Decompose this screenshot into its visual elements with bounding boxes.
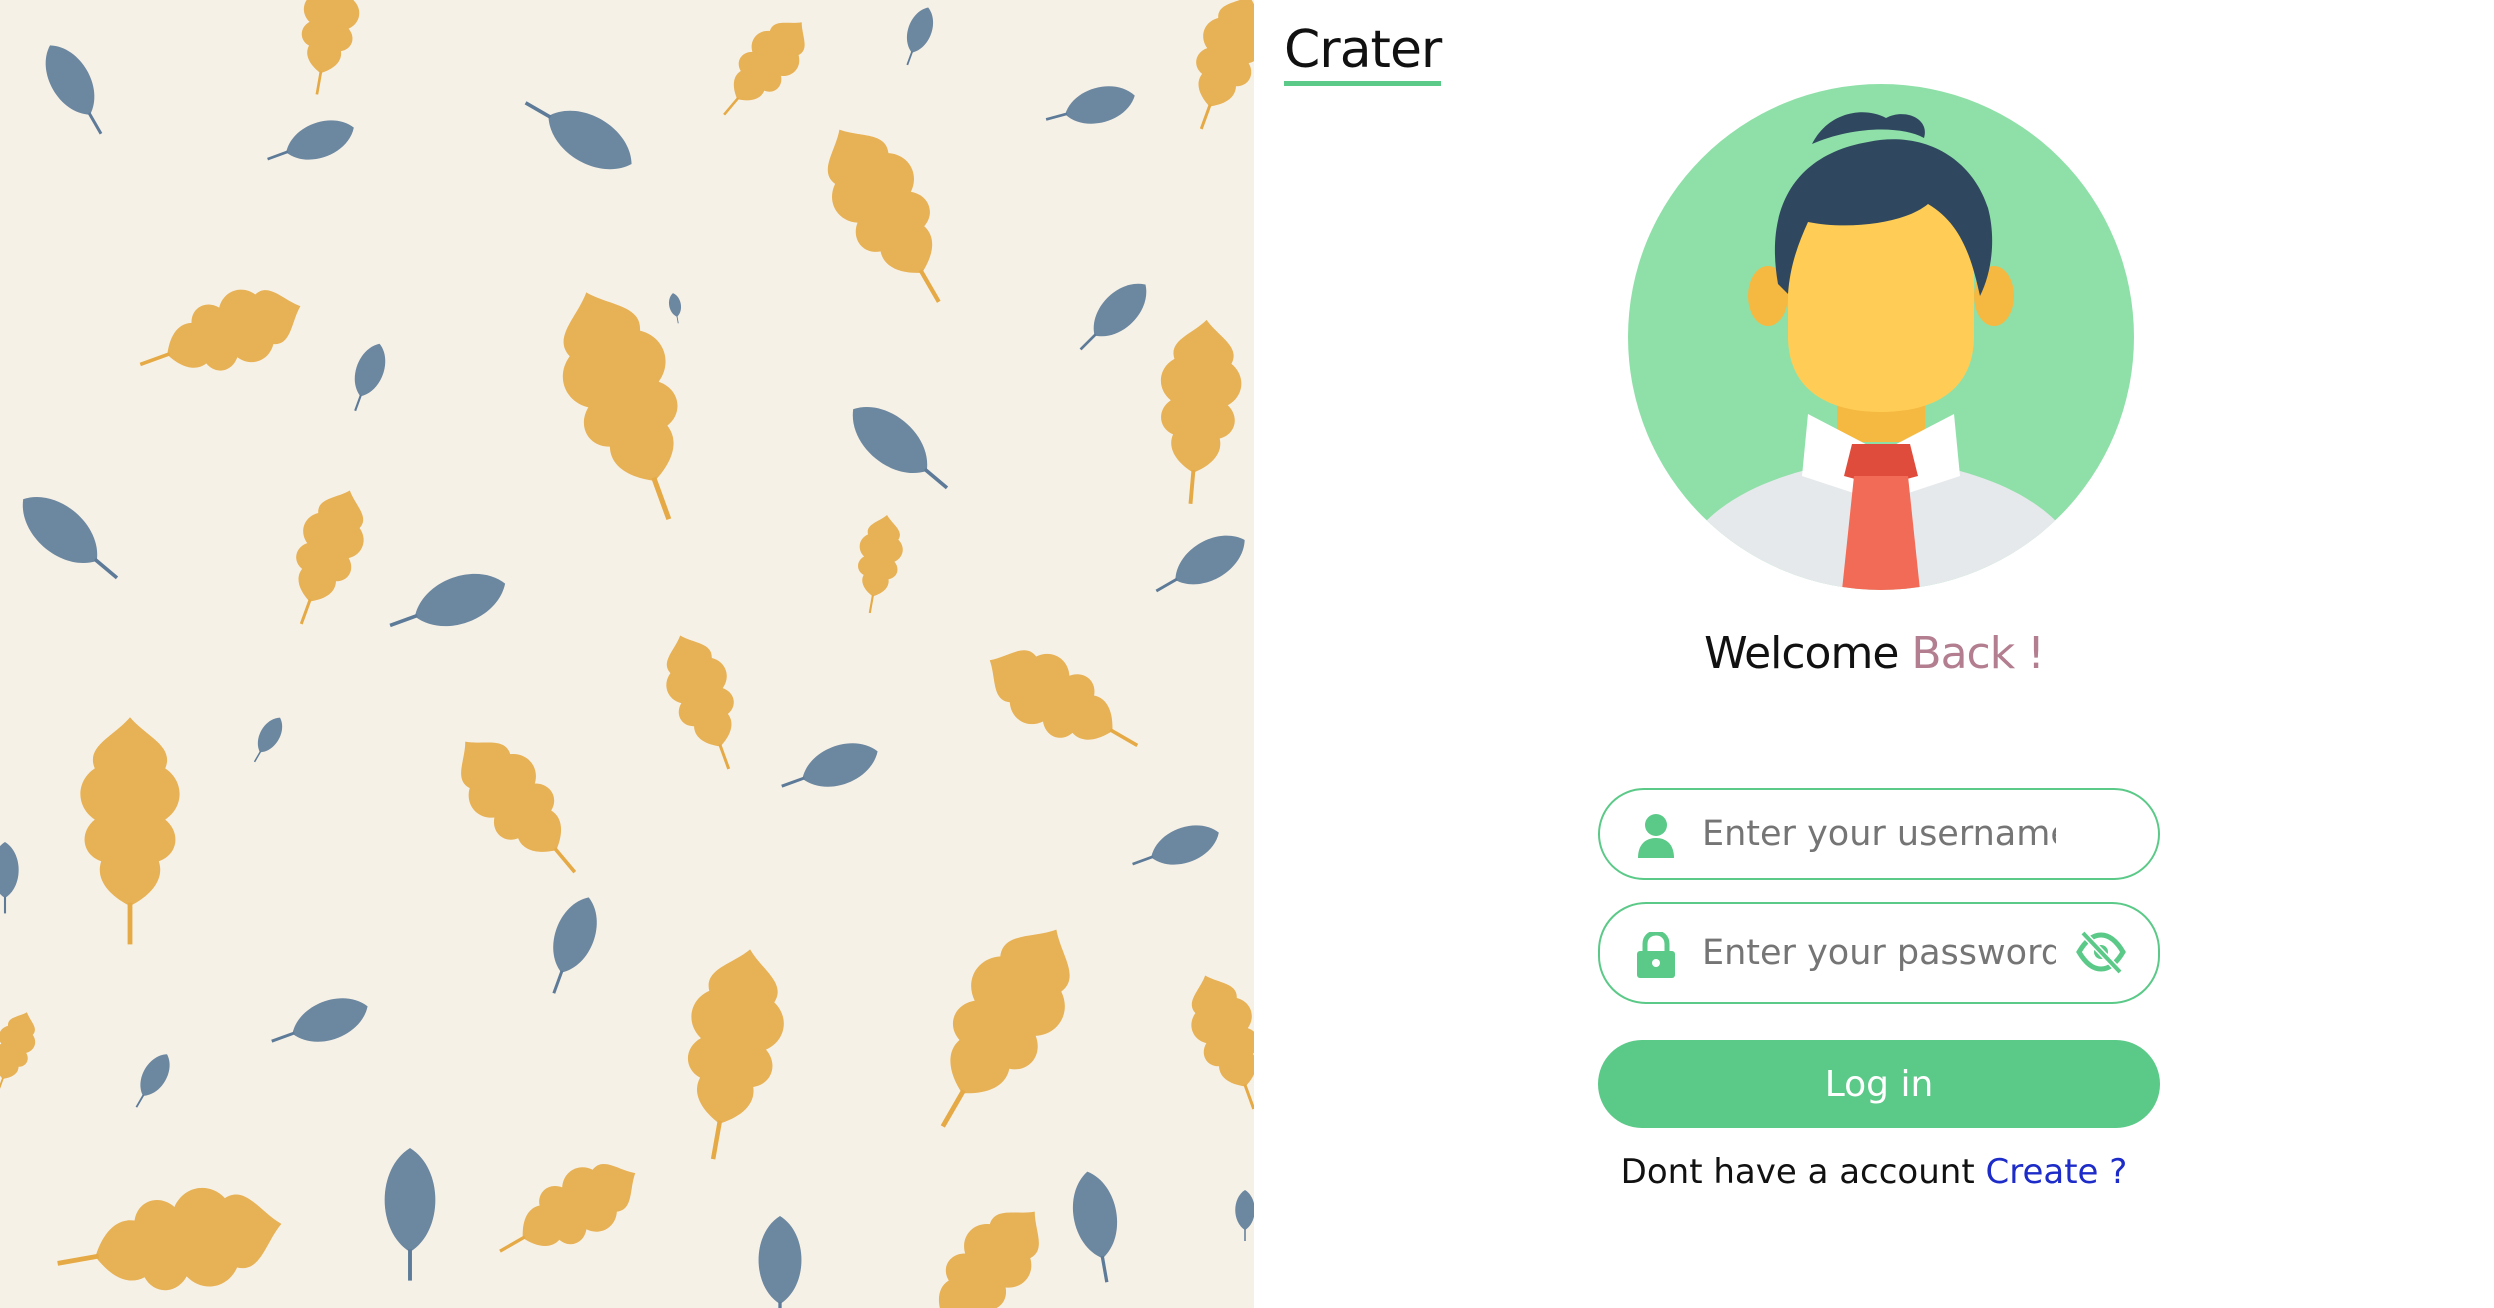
welcome-accent: Back ! bbox=[1911, 628, 2044, 679]
gold-leaf bbox=[915, 1187, 1064, 1308]
blue-leaf bbox=[33, 35, 107, 125]
leaf-stem bbox=[718, 743, 731, 770]
gold-leaf bbox=[436, 717, 585, 875]
leaf-stem bbox=[1155, 577, 1178, 593]
gold-leaf bbox=[673, 941, 796, 1132]
blue-leaf bbox=[758, 1216, 802, 1304]
signup-prompt-text: Dont have a account bbox=[1620, 1152, 1975, 1192]
decorative-leaf-panel bbox=[0, 0, 1254, 1308]
gold-leaf bbox=[86, 1175, 291, 1306]
gold-leaf bbox=[651, 624, 750, 757]
leaf-pattern bbox=[0, 0, 1254, 1308]
gold-leaf bbox=[1153, 316, 1247, 477]
blue-leaf bbox=[1235, 1190, 1254, 1230]
gold-leaf bbox=[0, 1005, 45, 1086]
blue-leaf bbox=[1066, 1167, 1124, 1263]
blue-leaf bbox=[251, 712, 289, 758]
leaf-stem bbox=[918, 269, 941, 303]
leaf-stem bbox=[1079, 333, 1097, 351]
gold-leaf bbox=[1176, 964, 1254, 1097]
login-button[interactable]: Log in bbox=[1598, 1040, 2160, 1128]
blue-leaf bbox=[542, 890, 608, 980]
user-avatar-illustration bbox=[1628, 84, 2134, 590]
gold-leaf bbox=[1180, 0, 1254, 117]
leaf-stem bbox=[1243, 1083, 1254, 1110]
login-panel: Crater Welcome Back ! Enter your usernam… bbox=[1254, 0, 2494, 1308]
blue-leaf bbox=[280, 111, 360, 169]
lock-icon bbox=[1637, 932, 1675, 978]
leaf-stem bbox=[299, 598, 312, 625]
gold-leaf bbox=[80, 717, 180, 906]
blue-leaf bbox=[347, 339, 393, 401]
leaf-stem bbox=[139, 352, 171, 367]
gold-leaf bbox=[280, 479, 379, 612]
leaf-stem bbox=[57, 1253, 100, 1266]
user-icon bbox=[1638, 814, 1674, 858]
leaf-stem bbox=[923, 467, 949, 490]
username-field[interactable] bbox=[1598, 788, 2160, 880]
gold-leaf bbox=[505, 1143, 653, 1268]
create-account-link[interactable]: Create ? bbox=[1985, 1152, 2127, 1192]
gold-leaf bbox=[919, 904, 1100, 1118]
blue-leaf bbox=[795, 732, 885, 798]
leaf-stem bbox=[868, 594, 874, 614]
gold-leaf bbox=[717, 5, 822, 117]
leaf-stem bbox=[0, 1077, 4, 1093]
leaf-stem bbox=[315, 71, 323, 95]
gold-leaf bbox=[851, 511, 909, 601]
gold-leaf bbox=[293, 0, 367, 79]
blue-leaf bbox=[0, 842, 19, 898]
leaf-stem bbox=[499, 1235, 526, 1253]
gold-leaf bbox=[801, 107, 960, 295]
blue-leaf bbox=[1165, 523, 1254, 597]
leaf-stem bbox=[1109, 728, 1139, 747]
blue-leaf bbox=[8, 481, 112, 579]
leaf-stem bbox=[1199, 103, 1212, 130]
leaf-stem bbox=[1045, 112, 1068, 121]
blue-leaf bbox=[667, 292, 683, 318]
leaf-stem bbox=[723, 96, 740, 116]
leaf-stem bbox=[553, 847, 577, 874]
blue-leaf bbox=[838, 391, 942, 489]
leaf-stem bbox=[1100, 1255, 1109, 1283]
leaf-stem bbox=[87, 112, 103, 135]
leaf-stem bbox=[93, 557, 119, 580]
blue-leaf bbox=[406, 561, 514, 639]
blue-leaf bbox=[384, 1148, 436, 1252]
leaf-stem bbox=[271, 1031, 295, 1043]
username-input[interactable] bbox=[1700, 790, 2058, 878]
blue-leaf bbox=[285, 987, 375, 1053]
gold-leaf bbox=[971, 627, 1131, 764]
leaf-stem bbox=[940, 1089, 966, 1128]
brand-logo: Crater bbox=[1284, 21, 1442, 87]
leaf-stem bbox=[1132, 855, 1154, 866]
signup-prompt: Dont have a account Create ? bbox=[1254, 1152, 2494, 1192]
leaf-stem bbox=[906, 51, 914, 66]
blue-leaf bbox=[132, 1048, 178, 1102]
welcome-text: Welcome bbox=[1704, 628, 1899, 679]
leaf-stem bbox=[552, 970, 564, 994]
eye-slash-icon[interactable] bbox=[2076, 928, 2126, 976]
leaf-stem bbox=[651, 476, 672, 521]
blue-leaf bbox=[536, 95, 644, 185]
leaf-stem bbox=[389, 613, 418, 628]
gold-leaf bbox=[154, 271, 314, 390]
leaf-stem bbox=[354, 394, 362, 412]
leaf-stem bbox=[781, 776, 805, 788]
blue-leaf bbox=[1060, 78, 1140, 132]
password-field[interactable] bbox=[1598, 902, 2160, 1004]
leaf-stem bbox=[267, 150, 289, 161]
leaf-stem bbox=[1188, 469, 1196, 504]
leaf-stem bbox=[253, 751, 262, 763]
password-input[interactable] bbox=[1700, 904, 2058, 1002]
welcome-heading: Welcome Back ! bbox=[1254, 628, 2494, 679]
blue-leaf bbox=[1145, 816, 1225, 874]
leaf-stem bbox=[676, 316, 679, 324]
leaf-stem bbox=[135, 1094, 145, 1108]
blue-leaf bbox=[900, 3, 940, 57]
leaf-stem bbox=[710, 1120, 723, 1160]
leaf-stem bbox=[524, 101, 552, 119]
